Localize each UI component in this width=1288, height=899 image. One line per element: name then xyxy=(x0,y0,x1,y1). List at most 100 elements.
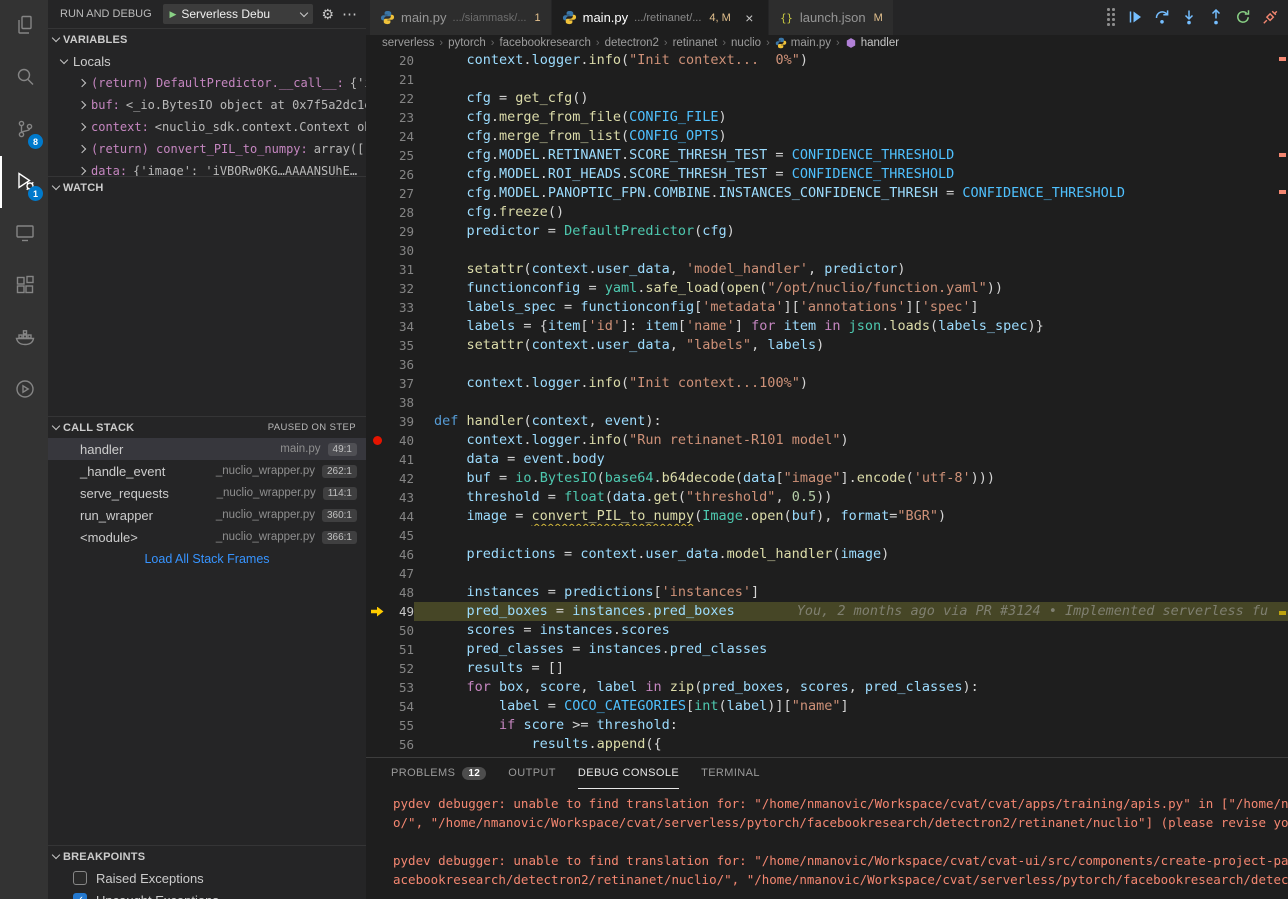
panel-tab-debug-console[interactable]: DEBUG CONSOLE xyxy=(578,758,679,789)
variable-row[interactable]: data:{'image': 'iVBORw0KG…AAAANSUhE… xyxy=(48,160,366,176)
activity-item-extensions[interactable] xyxy=(0,260,48,312)
breakpoint-margin[interactable] xyxy=(366,659,388,678)
code-text[interactable]: predictor = DefaultPredictor(cfg) xyxy=(414,222,1288,241)
code-text[interactable]: cfg.merge_from_file(CONFIG_FILE) xyxy=(414,108,1288,127)
line-number[interactable]: 43 xyxy=(388,488,414,507)
breadcrumb-item[interactable]: handler xyxy=(845,37,899,49)
gear-icon[interactable]: ⚙ xyxy=(321,6,334,23)
breakpoint-margin[interactable] xyxy=(366,51,388,70)
toolbar-grip-icon[interactable] xyxy=(1107,8,1115,26)
activity-item-docker[interactable] xyxy=(0,312,48,364)
breakpoint-margin[interactable] xyxy=(366,279,388,298)
line-number[interactable]: 51 xyxy=(388,640,414,659)
stack-frame[interactable]: <module>_nuclio_wrapper.py366:1 xyxy=(48,526,366,548)
breakpoint-margin[interactable] xyxy=(366,602,388,621)
code-text[interactable] xyxy=(414,393,1288,412)
breakpoint-dot[interactable] xyxy=(373,436,382,445)
line-number[interactable]: 28 xyxy=(388,203,414,222)
code-text[interactable]: functionconfig = yaml.safe_load(open("/o… xyxy=(414,279,1288,298)
line-number[interactable]: 21 xyxy=(388,70,414,89)
code-text[interactable]: cfg.freeze() xyxy=(414,203,1288,222)
code-text[interactable]: setattr(context.user_data, 'model_handle… xyxy=(414,260,1288,279)
panel-tab-terminal[interactable]: TERMINAL xyxy=(701,758,760,789)
code-text[interactable] xyxy=(414,355,1288,374)
line-number[interactable]: 56 xyxy=(388,735,414,754)
code-text[interactable]: cfg.MODEL.PANOPTIC_FPN.COMBINE.INSTANCES… xyxy=(414,184,1288,203)
code-text[interactable] xyxy=(414,564,1288,583)
breadcrumb-item[interactable]: serverless xyxy=(382,37,434,49)
breadcrumb-item[interactable]: detectron2 xyxy=(605,37,659,49)
line-number[interactable]: 33 xyxy=(388,298,414,317)
code-text[interactable]: cfg.MODEL.ROI_HEADS.SCORE_THRESH_TEST = … xyxy=(414,165,1288,184)
line-number[interactable]: 36 xyxy=(388,355,414,374)
step-into-button[interactable] xyxy=(1179,7,1199,27)
restart-button[interactable] xyxy=(1233,7,1253,27)
code-text[interactable]: if score >= threshold: xyxy=(414,716,1288,735)
code-text[interactable]: cfg.merge_from_list(CONFIG_OPTS) xyxy=(414,127,1288,146)
line-number[interactable]: 30 xyxy=(388,241,414,260)
breakpoints-section-header[interactable]: BREAKPOINTS xyxy=(48,845,366,867)
code-text[interactable] xyxy=(414,70,1288,89)
breakpoint-margin[interactable] xyxy=(366,70,388,89)
variable-row[interactable]: (return) convert_PIL_to_numpy:array([[[ … xyxy=(48,138,366,160)
line-number[interactable]: 27 xyxy=(388,184,414,203)
variable-row[interactable]: context:<nuclio_sdk.context.Context obje… xyxy=(48,116,366,138)
breakpoint-margin[interactable] xyxy=(366,203,388,222)
breakpoint-margin[interactable] xyxy=(366,184,388,203)
breakpoint-margin[interactable] xyxy=(366,678,388,697)
line-number[interactable]: 42 xyxy=(388,469,414,488)
stack-frame[interactable]: run_wrapper_nuclio_wrapper.py360:1 xyxy=(48,504,366,526)
breakpoint-margin[interactable] xyxy=(366,393,388,412)
activity-item-remote[interactable] xyxy=(0,208,48,260)
stack-frame[interactable]: _handle_event_nuclio_wrapper.py262:1 xyxy=(48,460,366,482)
breakpoint-margin[interactable] xyxy=(366,317,388,336)
variable-row[interactable]: (return) DefaultPredictor.__call__:{'ins… xyxy=(48,72,366,94)
code-text[interactable]: buf = io.BytesIO(base64.b64decode(data["… xyxy=(414,469,1288,488)
breakpoint-margin[interactable] xyxy=(366,450,388,469)
disconnect-button[interactable] xyxy=(1260,7,1280,27)
line-number[interactable]: 24 xyxy=(388,127,414,146)
code-text[interactable]: pred_classes = instances.pred_classes xyxy=(414,640,1288,659)
line-number[interactable]: 53 xyxy=(388,678,414,697)
code-text[interactable]: labels_spec = functionconfig['metadata']… xyxy=(414,298,1288,317)
line-number[interactable]: 45 xyxy=(388,526,414,545)
more-actions-icon[interactable]: ⋯ xyxy=(342,5,358,23)
line-number[interactable]: 46 xyxy=(388,545,414,564)
line-number[interactable]: 35 xyxy=(388,336,414,355)
scope-locals[interactable]: Locals xyxy=(48,50,366,72)
line-number[interactable]: 55 xyxy=(388,716,414,735)
line-number[interactable]: 31 xyxy=(388,260,414,279)
line-number[interactable]: 32 xyxy=(388,279,414,298)
breakpoint-margin[interactable] xyxy=(366,374,388,393)
line-number[interactable]: 50 xyxy=(388,621,414,640)
variables-section-header[interactable]: VARIABLES xyxy=(48,28,366,50)
code-text[interactable]: label = COCO_CATEGORIES[int(label)]["nam… xyxy=(414,697,1288,716)
breakpoint-margin[interactable] xyxy=(366,355,388,374)
watch-section-header[interactable]: WATCH xyxy=(48,176,366,198)
breadcrumb-item[interactable]: nuclio xyxy=(731,37,761,49)
code-text[interactable]: context.logger.info("Init context... 0%"… xyxy=(414,51,1288,70)
load-all-stack-frames-link[interactable]: Load All Stack Frames xyxy=(48,548,366,570)
stack-frame[interactable]: handlermain.py49:1 xyxy=(48,438,366,460)
line-number[interactable]: 54 xyxy=(388,697,414,716)
editor-tab[interactable]: main.py.../siammask/...1 xyxy=(370,0,552,35)
breakpoint-margin[interactable] xyxy=(366,146,388,165)
breakpoint-margin[interactable] xyxy=(366,336,388,355)
breakpoint-row[interactable]: Raised Exceptions xyxy=(48,867,366,889)
line-number[interactable]: 34 xyxy=(388,317,414,336)
code-text[interactable]: scores = instances.scores xyxy=(414,621,1288,640)
breakpoint-margin[interactable] xyxy=(366,640,388,659)
line-number[interactable]: 47 xyxy=(388,564,414,583)
code-text[interactable]: image = convert_PIL_to_numpy(Image.open(… xyxy=(414,507,1288,526)
code-text[interactable]: context.logger.info("Run retinanet-R101 … xyxy=(414,431,1288,450)
breakpoint-margin[interactable] xyxy=(366,507,388,526)
breakpoint-margin[interactable] xyxy=(366,108,388,127)
line-number[interactable]: 38 xyxy=(388,393,414,412)
step-out-button[interactable] xyxy=(1206,7,1226,27)
breakpoint-margin[interactable] xyxy=(366,526,388,545)
code-text[interactable]: cfg = get_cfg() xyxy=(414,89,1288,108)
line-number[interactable]: 40 xyxy=(388,431,414,450)
code-text[interactable]: predictions = context.user_data.model_ha… xyxy=(414,545,1288,564)
activity-item-source-control[interactable]: 8 xyxy=(0,104,48,156)
line-number[interactable]: 48 xyxy=(388,583,414,602)
